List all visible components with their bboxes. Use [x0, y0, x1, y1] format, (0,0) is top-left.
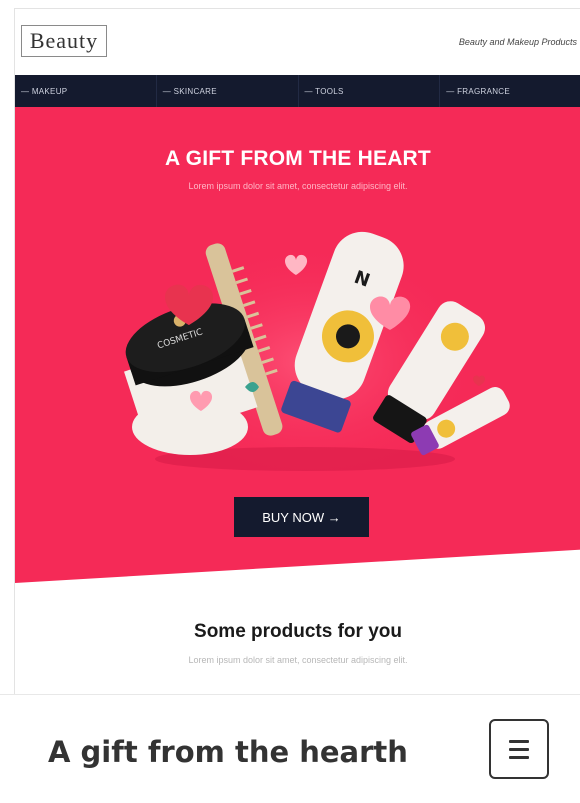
template-title: A gift from the hearth	[48, 735, 408, 769]
hero-banner: A GIFT FROM THE HEART Lorem ipsum dolor …	[15, 107, 580, 583]
nav-item-skincare[interactable]: — SKINCARE	[157, 75, 299, 107]
email-preview-card: Beauty Beauty and Makeup Products — MAKE…	[14, 8, 580, 696]
hero-title: A GIFT FROM THE HEART	[165, 147, 431, 170]
products-section-subtitle: Lorem ipsum dolor sit amet, consectetur …	[188, 655, 408, 665]
cosmetics-product-illustration: N COSMETIC	[124, 231, 510, 482]
header-tagline: Beauty and Makeup Products	[458, 37, 577, 47]
buy-now-button[interactable]: BUY NOW →	[234, 497, 369, 537]
products-section-title: Some products for you	[194, 621, 402, 642]
preview-footer: A gift from the hearth	[0, 694, 580, 803]
email-header: Beauty Beauty and Makeup Products	[15, 9, 580, 75]
menu-line	[509, 755, 529, 759]
nav-item-tools[interactable]: — TOOLS	[299, 75, 441, 107]
nav-item-fragrance[interactable]: — FRAGRANCE	[440, 75, 580, 107]
menu-line	[509, 747, 529, 751]
category-nav: — MAKEUP — SKINCARE — TOOLS — FRAGRANCE	[15, 75, 580, 107]
hamburger-menu-icon[interactable]	[489, 719, 549, 779]
hero-subtitle: Lorem ipsum dolor sit amet, consectetur …	[188, 181, 408, 191]
brand-logo[interactable]: Beauty	[21, 25, 107, 57]
menu-line	[509, 739, 529, 743]
nav-item-makeup[interactable]: — MAKEUP	[15, 75, 157, 107]
